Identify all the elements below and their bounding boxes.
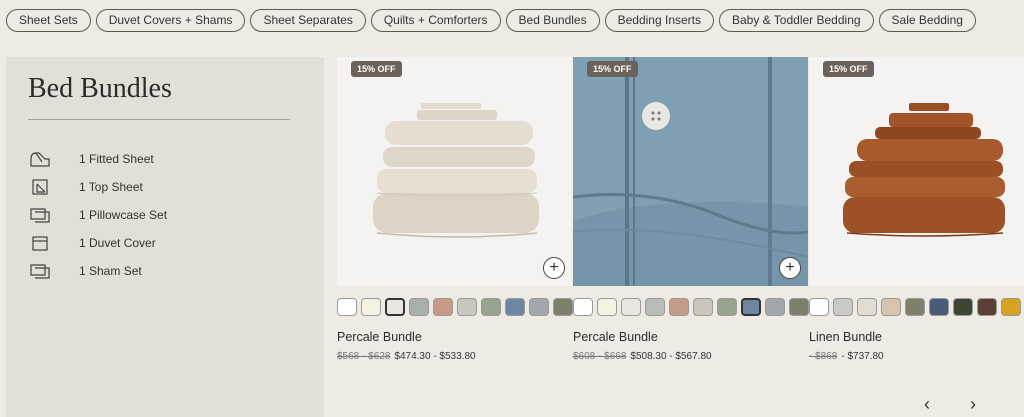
color-swatch[interactable] (881, 298, 901, 316)
sham-icon (28, 261, 52, 281)
color-swatch[interactable] (481, 298, 501, 316)
panel-title: Bed Bundles (28, 73, 172, 104)
color-swatch[interactable] (505, 298, 525, 316)
color-swatches (809, 298, 1024, 316)
color-swatch[interactable] (1001, 298, 1021, 316)
product-name[interactable]: Percale Bundle (337, 330, 422, 344)
product-name[interactable]: Percale Bundle (573, 330, 658, 344)
color-swatch[interactable] (929, 298, 949, 316)
list-item: 1 Duvet Cover (28, 229, 167, 257)
category-quilts-comforters[interactable]: Quilts + Comforters (370, 9, 501, 32)
product-price: $608 - $668 $508.30 - $567.80 (573, 351, 712, 362)
sale-price: $508.30 - $567.80 (630, 351, 712, 362)
color-swatch[interactable] (693, 298, 713, 316)
bundle-info-panel: Bed Bundles 1 Fitted Sheet 1 Top Sheet 1… (6, 57, 324, 417)
product-price: $568 - $628 $474.30 - $533.80 (337, 351, 476, 362)
color-swatches (573, 298, 809, 316)
color-swatch[interactable] (789, 298, 809, 316)
original-price: $608 - $668 (573, 351, 627, 362)
color-swatch[interactable] (457, 298, 477, 316)
color-swatch[interactable] (337, 298, 357, 316)
fitted-sheet-icon (28, 149, 52, 169)
color-swatch[interactable] (905, 298, 925, 316)
sale-price: $474.30 - $533.80 (394, 351, 476, 362)
list-item: 1 Top Sheet (28, 173, 167, 201)
category-nav: Sheet Sets Duvet Covers + Shams Sheet Se… (6, 9, 976, 32)
list-item: 1 Sham Set (28, 257, 167, 285)
discount-badge: 15% OFF (823, 61, 874, 77)
color-swatches (337, 298, 573, 316)
color-swatch[interactable] (573, 298, 593, 316)
bundle-contents-list: 1 Fitted Sheet 1 Top Sheet 1 Pillowcase … (28, 145, 167, 285)
bedding-stack-image (373, 103, 539, 238)
category-sale-bedding[interactable]: Sale Bedding (878, 9, 976, 32)
category-sheet-separates[interactable]: Sheet Separates (250, 9, 366, 32)
color-swatch[interactable] (809, 298, 829, 316)
discount-badge: 15% OFF (587, 61, 638, 77)
color-swatch[interactable] (765, 298, 785, 316)
color-swatch[interactable] (741, 298, 761, 316)
product-image[interactable]: 15% OFF + (337, 57, 572, 286)
quick-add-button[interactable]: + (779, 257, 801, 279)
list-item: 1 Fitted Sheet (28, 145, 167, 173)
bundle-item-label: 1 Pillowcase Set (79, 208, 168, 222)
product-image[interactable]: 15% OFF + (809, 57, 1024, 286)
discount-badge: 15% OFF (351, 61, 402, 77)
bundle-item-label: 1 Fitted Sheet (79, 152, 154, 166)
original-price: - $868 (809, 351, 838, 362)
color-swatch[interactable] (717, 298, 737, 316)
linen-stack-image (843, 103, 1005, 237)
color-swatch[interactable] (953, 298, 973, 316)
color-swatch[interactable] (857, 298, 877, 316)
color-swatch[interactable] (669, 298, 689, 316)
category-bed-bundles[interactable]: Bed Bundles (505, 9, 600, 32)
category-duvet-covers-shams[interactable]: Duvet Covers + Shams (95, 9, 246, 32)
color-swatch[interactable] (553, 298, 573, 316)
top-sheet-icon (28, 177, 52, 197)
quick-add-button[interactable]: + (543, 257, 565, 279)
color-swatch[interactable] (385, 298, 405, 316)
bundle-item-label: 1 Duvet Cover (79, 236, 156, 250)
category-sheet-sets[interactable]: Sheet Sets (6, 9, 91, 32)
color-swatch[interactable] (433, 298, 453, 316)
product-image[interactable]: 15% OFF + (573, 57, 808, 286)
list-item: 1 Pillowcase Set (28, 201, 167, 229)
bundle-item-label: 1 Top Sheet (79, 180, 143, 194)
color-swatch[interactable] (621, 298, 641, 316)
product-card[interactable]: 15% OFF + Linen Bundle - $868- $737.80 (809, 57, 1024, 397)
blue-percale-image (573, 57, 808, 286)
product-card[interactable]: 15% OFF + Percale Bundle $568 - $628 $474… (337, 57, 573, 362)
divider (28, 119, 290, 120)
color-swatch[interactable] (597, 298, 617, 316)
color-swatch[interactable] (977, 298, 997, 316)
bundle-item-label: 1 Sham Set (79, 264, 142, 278)
carousel-prev-button[interactable]: ‹ (924, 394, 930, 415)
carousel-next-button[interactable]: › (970, 394, 976, 415)
pillowcase-icon (28, 205, 52, 225)
color-swatch[interactable] (529, 298, 549, 316)
original-price: $568 - $628 (337, 351, 391, 362)
color-swatch[interactable] (833, 298, 853, 316)
color-swatch[interactable] (409, 298, 429, 316)
sale-price: - $737.80 (841, 351, 884, 362)
product-card[interactable]: 15% OFF + Percale Bundle $608 - $668 $508… (573, 57, 809, 362)
product-price: - $868- $737.80 (809, 351, 884, 362)
duvet-cover-icon (28, 233, 52, 253)
category-bedding-inserts[interactable]: Bedding Inserts (604, 9, 714, 32)
color-swatch[interactable] (645, 298, 665, 316)
product-name[interactable]: Linen Bundle (809, 330, 882, 344)
color-swatch[interactable] (361, 298, 381, 316)
category-baby-toddler-bedding[interactable]: Baby & Toddler Bedding (719, 9, 874, 32)
